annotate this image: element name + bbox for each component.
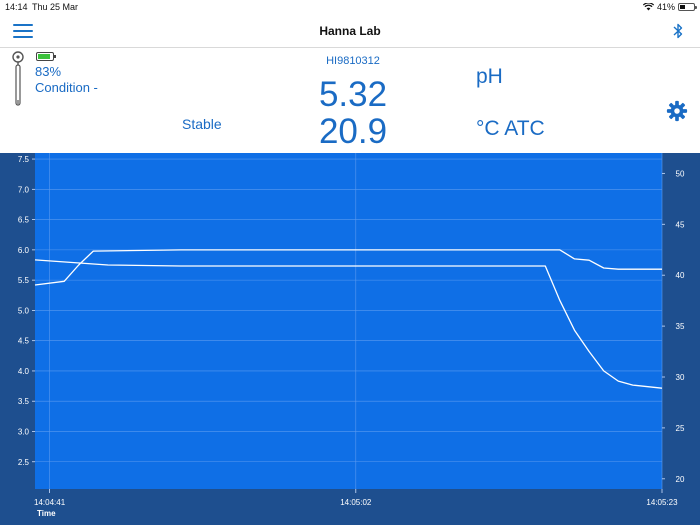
y-right-tick-label: 30	[676, 373, 685, 382]
status-battery-icon	[678, 3, 697, 11]
nav-bar: Hanna Lab	[0, 14, 700, 48]
ph-value: 5.32	[318, 75, 388, 114]
y-right-tick-label: 40	[676, 271, 685, 280]
app-title: Hanna Lab	[319, 24, 381, 38]
y-left-tick-label: 3.0	[18, 427, 30, 436]
y-right-tick-label: 20	[676, 475, 685, 484]
stability-status: Stable	[182, 116, 222, 132]
y-left-tick-label: 6.0	[18, 246, 30, 255]
y-left-tick-label: 7.5	[18, 155, 30, 164]
status-battery-percent: 41%	[656, 2, 675, 12]
device-id: HI9810312	[326, 55, 380, 67]
y-right-tick-label: 35	[676, 322, 685, 331]
x-tick-label: 14:05:23	[646, 498, 678, 507]
temperature-value: 20.9	[318, 112, 388, 151]
y-left-tick-label: 2.5	[18, 458, 30, 467]
bluetooth-icon[interactable]	[672, 22, 684, 40]
status-indicators: 41%	[642, 2, 697, 12]
chart-area: 7.5 7.0 6.5 6.0 5.5 5.0 4.5 4.0 3.5 3.0 2.5 50 45 40 3…	[0, 153, 700, 525]
y-left-tick-label: 6.5	[18, 216, 30, 225]
x-tick-label: 14:04:41	[34, 498, 66, 507]
x-axis-label: Time	[37, 509, 56, 518]
status-time: 14:14	[5, 2, 28, 12]
ph-unit: pH	[476, 65, 503, 88]
y-left-tick-label: 5.5	[18, 276, 30, 285]
y-left-tick-label: 3.5	[18, 397, 30, 406]
y-left-tick-label: 4.0	[18, 367, 30, 376]
y-right-tick-label: 25	[676, 424, 685, 433]
y-left-tick-label: 7.0	[18, 185, 30, 194]
probe-icon	[12, 51, 24, 106]
y-left-tick-label: 5.0	[18, 306, 30, 315]
probe-condition: Condition -	[35, 80, 98, 95]
status-date: Thu 25 Mar	[32, 2, 79, 12]
ph-temperature-chart[interactable]: 7.5 7.0 6.5 6.0 5.5 5.0 4.5 4.0 3.5 3.0 2.5 50 45 40 3…	[0, 153, 700, 525]
y-right-tick-label: 45	[676, 220, 685, 229]
x-tick-label: 14:05:02	[340, 498, 372, 507]
reading-panel: 83% Condition - HI9810312 5.32 20.9 pH °…	[0, 49, 700, 153]
probe-battery-icon	[36, 52, 56, 61]
status-bar: 14:14 Thu 25 Mar 41%	[0, 0, 700, 14]
y-left-tick-label: 4.5	[18, 337, 30, 346]
plot-area	[35, 153, 662, 489]
y-right-tick-label: 50	[676, 169, 685, 178]
temperature-unit: °C ATC	[476, 117, 545, 140]
gear-icon[interactable]	[666, 100, 688, 122]
wifi-icon	[642, 3, 654, 11]
probe-battery-percent: 83%	[35, 64, 62, 79]
